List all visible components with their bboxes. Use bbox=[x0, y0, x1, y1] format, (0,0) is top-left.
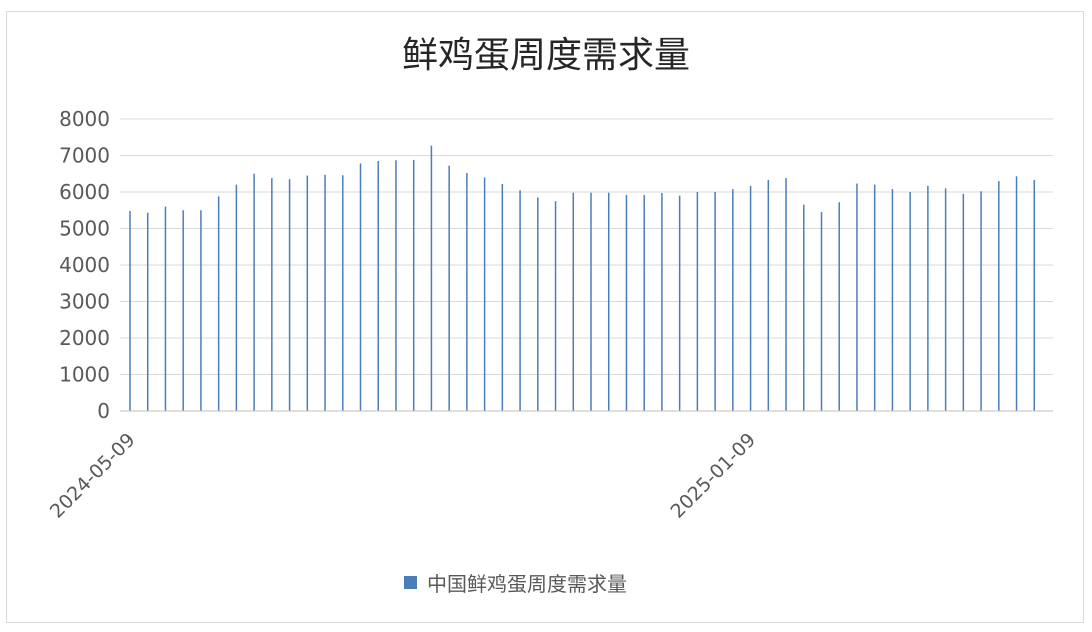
bar bbox=[377, 160, 379, 411]
y-tick-label: 0 bbox=[97, 399, 110, 423]
bar bbox=[909, 192, 911, 411]
bar bbox=[980, 191, 982, 411]
bar bbox=[359, 163, 362, 411]
y-tick-label: 7000 bbox=[59, 144, 110, 168]
bar bbox=[678, 195, 681, 411]
bar bbox=[412, 159, 415, 411]
bar bbox=[554, 201, 557, 411]
bar bbox=[767, 179, 770, 411]
bar bbox=[785, 178, 787, 411]
bar bbox=[944, 188, 947, 411]
bar bbox=[288, 179, 291, 411]
bar bbox=[1033, 179, 1036, 411]
bar-chart: 0 1000 2000 3000 4000 5000 6000 7000 8000 2024-05… bbox=[46, 107, 1053, 523]
bar bbox=[217, 196, 220, 411]
legend: 中国鲜鸡蛋周度需求量 bbox=[404, 568, 627, 596]
y-tick-label: 6000 bbox=[59, 180, 110, 204]
bar bbox=[732, 189, 734, 411]
y-tick-label: 1000 bbox=[59, 363, 110, 387]
bar bbox=[164, 206, 167, 411]
bar bbox=[625, 194, 628, 411]
y-tick-label: 5000 bbox=[59, 217, 110, 241]
bar bbox=[235, 184, 238, 411]
bar bbox=[572, 192, 575, 411]
y-tick-label: 4000 bbox=[59, 253, 110, 277]
bar bbox=[643, 194, 645, 411]
bar bbox=[714, 192, 716, 411]
bar bbox=[466, 173, 468, 411]
bar bbox=[324, 174, 326, 411]
bar bbox=[891, 189, 894, 411]
x-tick-label: 2025-01-09 bbox=[666, 429, 760, 523]
bar bbox=[590, 192, 592, 411]
bar bbox=[182, 210, 184, 411]
bar bbox=[537, 197, 539, 411]
legend-swatch-icon bbox=[404, 575, 417, 589]
bar bbox=[430, 145, 433, 411]
bar bbox=[501, 183, 504, 411]
bar bbox=[146, 212, 149, 411]
x-tick-label: 2024-05-09 bbox=[46, 429, 140, 523]
bar bbox=[306, 175, 309, 411]
y-tick-label: 8000 bbox=[59, 107, 110, 131]
bar bbox=[271, 178, 273, 411]
bar bbox=[962, 193, 965, 411]
bar bbox=[448, 165, 450, 411]
bar bbox=[342, 175, 344, 411]
legend-label: 中国鲜鸡蛋周度需求量 bbox=[427, 571, 627, 596]
bar bbox=[927, 185, 929, 411]
y-tick-label: 3000 bbox=[59, 290, 110, 314]
bar bbox=[129, 210, 131, 411]
bar bbox=[803, 204, 805, 411]
bar bbox=[607, 192, 610, 411]
bar bbox=[483, 177, 486, 411]
bar bbox=[856, 183, 858, 411]
bar bbox=[820, 212, 823, 411]
bar bbox=[200, 210, 202, 411]
bar bbox=[253, 173, 255, 411]
bar bbox=[519, 190, 521, 411]
bar bbox=[998, 181, 1000, 411]
bar bbox=[661, 193, 663, 411]
y-tick-label: 2000 bbox=[59, 326, 110, 350]
bar bbox=[395, 160, 397, 411]
bar bbox=[749, 185, 752, 411]
bar bbox=[838, 202, 840, 411]
bar bbox=[696, 192, 699, 411]
bar bbox=[873, 184, 876, 411]
bar bbox=[1015, 176, 1018, 411]
